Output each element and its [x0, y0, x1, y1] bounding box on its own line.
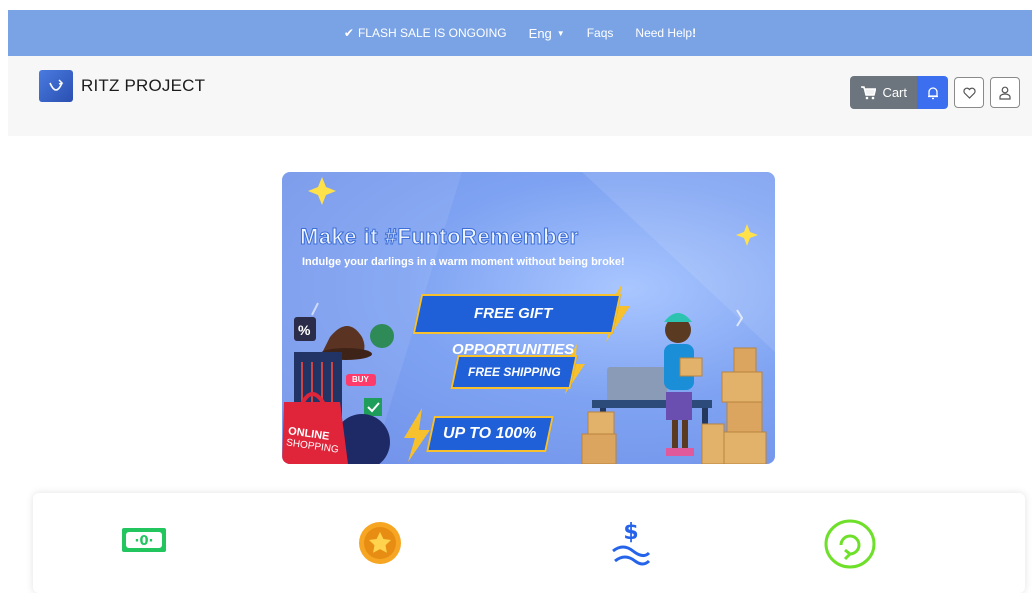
language-label: Eng — [528, 25, 552, 41]
tag-buy: BUY — [352, 375, 369, 384]
ribbon-free-shipping-text: FREE SHIPPING — [467, 365, 561, 379]
banner-subline: Indulge your darlings in a warm moment w… — [302, 256, 625, 268]
cart-icon — [861, 85, 877, 99]
wishlist-button[interactable] — [954, 77, 984, 108]
banner-headline: Make it #FuntoRemember — [300, 224, 579, 250]
faqs-link[interactable]: Faqs — [587, 26, 614, 40]
carousel-next-control[interactable] — [725, 300, 755, 340]
ribbon-discount-text: UP TO 100% — [443, 425, 537, 442]
brand-name: RITZ PROJECT — [81, 76, 206, 95]
need-help-link[interactable]: Need Help! — [635, 26, 696, 40]
account-button[interactable] — [990, 77, 1020, 108]
svg-text:$: $ — [623, 520, 638, 545]
check-icon: ✔ — [343, 26, 354, 40]
language-dropdown[interactable]: Eng ▼ — [529, 26, 565, 41]
user-icon — [999, 86, 1011, 100]
need-help-label: Need Help — [635, 26, 693, 40]
caret-down-icon: ▼ — [556, 28, 565, 38]
nav-actions: Cart — [850, 76, 1020, 109]
ribbon-discount: UP TO 100% — [426, 416, 554, 452]
coin-star-icon — [358, 521, 402, 570]
shopping-bag-logo-icon — [39, 70, 73, 102]
cart-label: Cart — [882, 85, 907, 100]
carousel-prev-control[interactable] — [302, 300, 332, 340]
main-navbar: RITZ PROJECT Cart — [8, 56, 1032, 136]
features-strip: ·0· $ — [33, 493, 1025, 593]
need-help-exclamation: ! — [692, 26, 697, 40]
flash-sale-notice: ✔ FLASH SALE IS ONGOING — [344, 26, 507, 40]
ribbon-free-shipping: FREE SHIPPING — [450, 355, 578, 389]
heart-icon — [962, 87, 976, 99]
promo-banner[interactable]: Make it #FuntoRemember Indulge your darl… — [282, 172, 775, 464]
announcement-bar: ✔ FLASH SALE IS ONGOING Eng ▼ Faqs Need … — [8, 10, 1032, 56]
brand-link[interactable]: RITZ PROJECT — [39, 70, 205, 102]
cash-icon: ·0· — [121, 527, 167, 558]
dollar-hand-icon: $ — [611, 515, 651, 576]
svg-text:·0·: ·0· — [135, 534, 154, 549]
bell-icon — [927, 86, 938, 99]
flash-sale-text: FLASH SALE IS ONGOING — [357, 26, 507, 40]
refresh-icon — [823, 519, 877, 574]
ribbon-free-gift: FREE GIFT OPPORTUNITIES — [412, 294, 622, 358]
notifications-button[interactable] — [917, 76, 948, 109]
cart-button[interactable]: Cart — [850, 76, 917, 109]
